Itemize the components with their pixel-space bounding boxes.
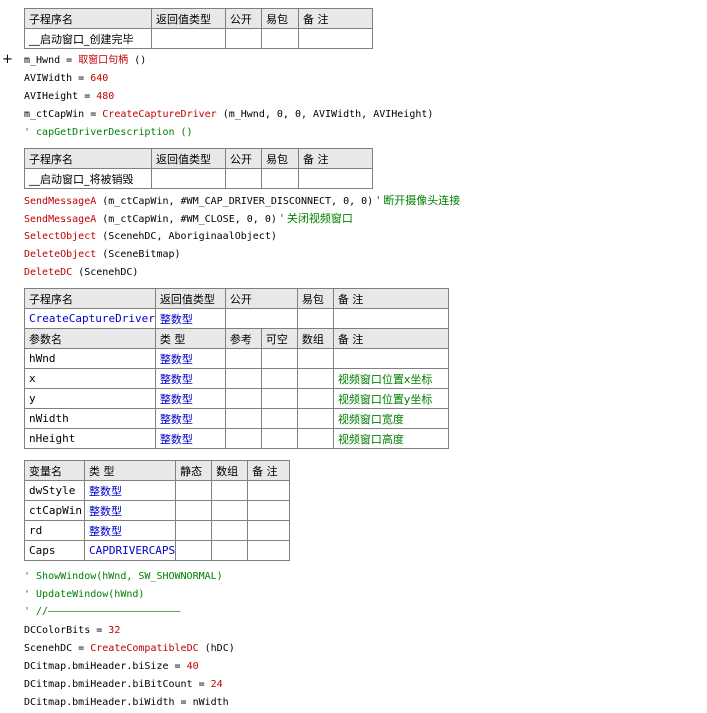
table-row[interactable]: y 整数型 视频窗口位置y坐标	[24, 388, 449, 409]
code-line[interactable]: SendMessageA (m_ctCapWin, #WM_CLOSE, 0, …	[24, 210, 353, 227]
var-table: 变量名 类 型 静态 数组 备 注 dwStyle 整数型 ctCapWin 整数型…	[24, 460, 291, 561]
code-line[interactable]: SendMessageA (m_ctCapWin, #WM_CAP_DRIVER…	[24, 192, 460, 209]
sub-name-cell[interactable]: CreateCaptureDriver	[24, 308, 156, 329]
sub-table-create-complete: 子程序名 返回值类型 公开 易包 备 注 __启动窗口_创建完毕	[24, 8, 373, 49]
code-line[interactable]: DCitmap.bmiHeader.biBitCount = 24	[24, 676, 223, 693]
sub-name-cell[interactable]: __启动窗口_创建完毕	[24, 28, 152, 49]
code-line[interactable]: AVIHeight = 480	[24, 88, 114, 105]
sub-table-will-destroy: 子程序名 返回值类型 公开 易包 备 注 __启动窗口_将被销毁	[24, 148, 373, 189]
return-type-cell[interactable]: 整数型	[154, 308, 226, 329]
comment-line[interactable]: ' UpdateWindow(hWnd)	[24, 586, 144, 603]
table-row[interactable]: nHeight 整数型 视频窗口高度	[24, 428, 449, 449]
code-line[interactable]: m_ctCapWin = CreateCaptureDriver (m_Hwnd…	[24, 106, 433, 123]
code-line[interactable]: DeleteObject (SceneBitmap)	[24, 246, 181, 263]
code-line[interactable]: DCitmap.bmiHeader.biWidth = nWidth	[24, 694, 229, 711]
code-line[interactable]: ScenehDC = CreateCompatibleDC (hDC)	[24, 640, 235, 657]
table-row[interactable]: Caps CAPDRIVERCAPS	[24, 540, 291, 561]
code-line[interactable]: DCColorBits = 32	[24, 622, 120, 639]
code-line[interactable]: DCitmap.bmiHeader.biSize = 40	[24, 658, 199, 675]
sub-name-cell[interactable]: __启动窗口_将被销毁	[24, 168, 152, 189]
table-row[interactable]: ctCapWin 整数型	[24, 500, 291, 521]
code-line[interactable]: m_Hwnd = 取窗口句柄 ()	[24, 52, 146, 69]
col-note: 备 注	[298, 8, 373, 29]
table-row[interactable]: nWidth 整数型 视频窗口宽度	[24, 408, 449, 429]
col-easy-pkg: 易包	[261, 8, 299, 29]
code-line[interactable]: AVIWidth = 640	[24, 70, 108, 87]
col-return-type: 返回值类型	[151, 8, 226, 29]
table-row[interactable]: hWnd 整数型	[24, 348, 449, 369]
comment-line[interactable]: ' capGetDriverDescription ()	[24, 124, 193, 141]
code-line[interactable]: DeleteDC (ScenehDC)	[24, 264, 138, 281]
expand-icon[interactable]: +	[2, 52, 13, 67]
code-line[interactable]: SelectObject (ScenehDC, AboriginaalObjec…	[24, 228, 277, 245]
table-row[interactable]: dwStyle 整数型	[24, 480, 291, 501]
comment-line[interactable]: ' ShowWindow(hWnd, SW_SHOWNORMAL)	[24, 568, 223, 585]
col-public: 公开	[225, 8, 262, 29]
comment-line[interactable]: ' //——————————————————————	[24, 603, 181, 620]
table-row[interactable]: x 整数型 视频窗口位置x坐标	[24, 368, 449, 389]
table-row[interactable]: rd 整数型	[24, 520, 291, 541]
sub-table-create-capture-driver: 子程序名 返回值类型 公开 易包 备 注 CreateCaptureDriver…	[24, 288, 449, 449]
col-sub-name: 子程序名	[24, 8, 152, 29]
